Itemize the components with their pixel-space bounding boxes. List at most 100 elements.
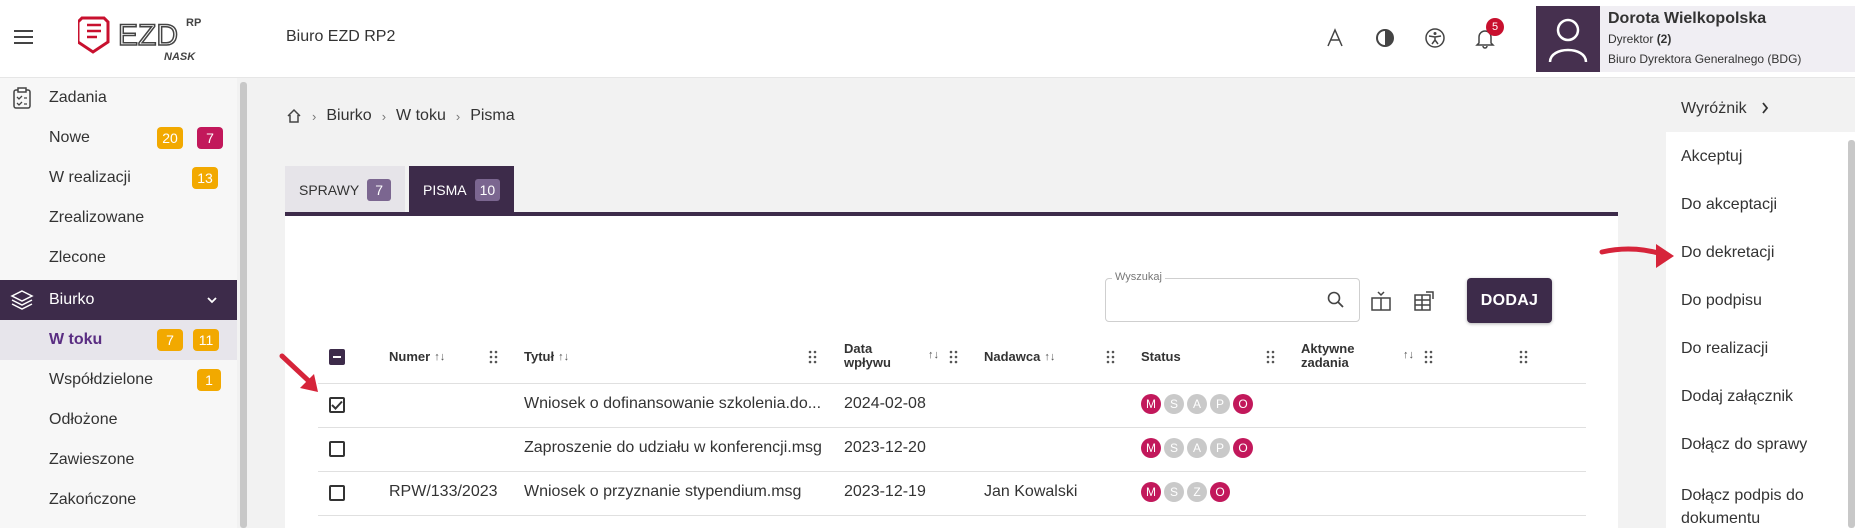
row-checkbox[interactable] [329,441,345,457]
column-header-nadawca[interactable]: Nadawca ↑↓ [984,349,1055,364]
cell-tytul[interactable]: Wniosek o przyznanie stypendium.msg [524,483,801,501]
menu-item-dolacz-do-sprawy[interactable]: Dołącz do sprawy [1681,436,1807,454]
status-badge: P [1210,394,1230,414]
menu-item-akceptuj[interactable]: Akceptuj [1681,148,1742,166]
cell-data: 2023-12-20 [844,439,926,456]
menu-item-do-akceptacji[interactable]: Do akceptacji [1681,196,1777,214]
status-badge: O [1233,438,1253,458]
sidebar-item-zakonczone[interactable]: Zakończone [0,480,237,520]
status-badge: P [1210,438,1230,458]
sidebar-item-label: Zlecone [49,249,106,266]
drag-handle-icon[interactable] [1519,350,1529,364]
status-badge: S [1164,438,1184,458]
menu-scrollbar[interactable] [1848,140,1855,528]
sidebar-item-zlecone[interactable]: Zlecone [0,238,237,278]
menu-item-do-dekretacji[interactable]: Do dekretacji [1681,244,1774,262]
sidebar-item-label: Zakończone [49,491,137,508]
user-department: Biuro Dyrektora Generalnego (BDG) [1608,52,1802,66]
status-badge: S [1164,482,1184,502]
column-settings-icon[interactable] [1369,289,1393,313]
drag-handle-icon[interactable] [1106,350,1116,364]
sidebar-item-zrealizowane[interactable]: Zrealizowane [0,198,237,238]
column-header-status[interactable]: Status [1141,349,1181,364]
office-name: Biuro EZD RP2 [286,28,396,45]
status-badge: A [1187,394,1207,414]
status-badges: M S A P O [1141,394,1253,414]
accessibility-icon[interactable] [1421,24,1449,52]
sort-icon[interactable]: ↑↓ [1044,351,1055,363]
font-size-icon[interactable] [1321,24,1349,52]
sidebar-item-label: W toku [49,331,103,348]
sidebar-item-biurko[interactable]: Biurko [0,280,237,320]
row-divider [318,427,1586,428]
tab-pisma[interactable]: PISMA 10 [409,166,515,214]
cell-data: 2024-02-08 [844,395,926,412]
column-header-label: Nadawca [984,349,1041,364]
menu-item-label: dokumentu [1681,510,1761,527]
cell-tytul[interactable]: Zaproszenie do udziału w konferencji.msg [524,439,822,457]
column-header-numer[interactable]: Numer ↑↓ [389,349,445,364]
documents-panel [285,216,1618,528]
sidebar-item-tasks[interactable]: Zadania [0,78,237,118]
annotation-arrow [279,353,318,392]
export-icon[interactable] [1412,289,1436,313]
count-badge: 13 [192,167,218,189]
sort-icon[interactable]: ↑↓ [434,351,445,363]
search-input[interactable] [1105,278,1360,322]
menu-icon[interactable] [14,30,33,44]
drag-handle-icon[interactable] [489,350,499,364]
sidebar-item-odlozone[interactable]: Odłożone [0,400,237,440]
sidebar-item-zawieszone[interactable]: Zawieszone [0,440,237,480]
sidebar-item-w-toku[interactable]: W toku 7 11 [0,320,237,360]
select-all-checkbox[interactable] [329,349,345,365]
sidebar-item-w-realizacji[interactable]: W realizacji 13 [0,158,237,198]
add-button[interactable]: DODAJ [1467,278,1552,323]
drag-handle-icon[interactable] [1266,350,1276,364]
count-badge: 20 [157,127,183,149]
drag-handle-icon[interactable] [949,350,959,364]
sidebar-item-label: Zawieszone [49,451,135,468]
menu-item-wyroznik[interactable]: Wyróżnik [1681,100,1769,118]
sidebar-item-label: Współdzielone [49,371,154,388]
sort-icon[interactable]: ↑↓ [1403,349,1414,361]
tab-label: PISMA [423,182,467,198]
sidebar-item-nowe[interactable]: Nowe 20 7 [0,118,237,158]
count-badge: 7 [197,127,223,149]
sidebar-item-wspoldzielone[interactable]: Współdzielone 1 [0,360,237,400]
status-badge: M [1141,438,1161,458]
sort-icon[interactable]: ↑↓ [928,349,939,361]
column-header-aktywne-zadania[interactable]: Aktywne zadania [1301,342,1354,370]
cell-tytul[interactable]: Wniosek o dofinansowanie szkolenia.do... [524,395,821,413]
sort-icon[interactable]: ↑↓ [558,351,569,363]
row-checkbox[interactable] [329,485,345,501]
search-icon[interactable] [1326,290,1346,310]
status-badge: O [1233,394,1253,414]
menu-item-do-realizacji[interactable]: Do realizacji [1681,340,1768,358]
menu-item-dodaj-zalacznik[interactable]: Dodaj załącznik [1681,388,1793,406]
drag-handle-icon[interactable] [808,350,818,364]
breadcrumb-item[interactable]: W toku [396,107,446,125]
tab-count: 10 [474,179,501,201]
column-header-label: Numer [389,349,431,364]
user-profile[interactable]: Dorota Wielkopolska Dyrektor (2) Biuro D… [1536,6,1855,72]
menu-item-do-podpisu[interactable]: Do podpisu [1681,292,1762,310]
count-badge: 7 [157,329,183,351]
chevron-down-icon [207,297,217,304]
menu-item-label: Wyróżnik [1681,100,1747,117]
sidebar-item-label: Nowe [49,129,90,146]
home-icon[interactable] [286,108,302,124]
drag-handle-icon[interactable] [1424,350,1434,364]
status-badge: Z [1187,482,1207,502]
sidebar-scrollbar[interactable] [240,82,247,528]
row-checkbox[interactable] [329,397,345,413]
breadcrumb-item: Pisma [470,107,515,124]
menu-item-dolacz-podpis[interactable]: Dołącz podpis do dokumentu [1681,484,1804,528]
column-header-data[interactable]: Data wpływu [844,342,891,370]
contrast-icon[interactable] [1371,24,1399,52]
tab-sprawy[interactable]: SPRAWY 7 [285,166,406,214]
breadcrumb-item[interactable]: Biurko [326,107,371,125]
breadcrumb-separator: › [381,108,387,124]
column-header-label: Data [844,341,873,356]
ezd-logo: EZD RP NASK [76,12,218,64]
column-header-tytul[interactable]: Tytuł ↑↓ [524,349,569,364]
